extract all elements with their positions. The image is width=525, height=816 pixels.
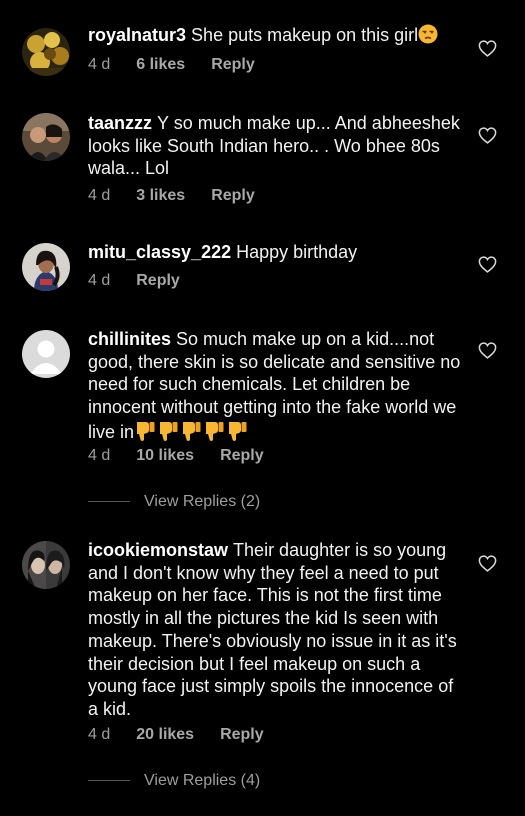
view-replies-button[interactable]: View Replies (4): [88, 772, 260, 792]
likes-count[interactable]: 20 likes: [136, 726, 194, 743]
comment-meta: 4 d 6 likes Reply: [88, 56, 281, 74]
reply-button[interactable]: Reply: [211, 187, 255, 204]
comment-body: Their daughter is so young and I don't k…: [88, 540, 457, 719]
heart-icon[interactable]: [478, 127, 497, 144]
comment-time: 4 d: [88, 187, 111, 204]
comment-time: 4 d: [88, 447, 111, 464]
avatar[interactable]: [22, 113, 70, 161]
comment-username[interactable]: icookiemonstaw: [88, 540, 228, 560]
comment-meta: 4 d 20 likes Reply: [88, 726, 290, 744]
comment-username[interactable]: mitu_classy_222: [88, 242, 231, 262]
reply-button[interactable]: Reply: [136, 272, 180, 289]
view-replies-button[interactable]: View Replies (2): [88, 493, 260, 513]
comment-meta: 4 d 3 likes Reply: [88, 187, 281, 205]
comment-text: chillinites So much make up on a kid....n…: [88, 328, 468, 447]
heart-icon[interactable]: [478, 40, 497, 57]
reply-button[interactable]: Reply: [211, 56, 255, 73]
heart-icon[interactable]: [478, 342, 497, 359]
view-replies-label: View Replies (4): [144, 772, 261, 789]
avatar[interactable]: [22, 330, 70, 378]
unamused-face-emoji: [418, 24, 438, 50]
likes-count[interactable]: 6 likes: [136, 56, 185, 73]
comment-username[interactable]: royalnatur3: [88, 25, 186, 45]
comment-time: 4 d: [88, 272, 111, 289]
thumbs-down-emoji: [134, 419, 252, 447]
comment-text: royalnatur3 She puts makeup on this girl: [88, 24, 468, 50]
comment-meta: 4 d Reply: [88, 272, 206, 290]
avatar[interactable]: [22, 28, 70, 76]
replies-divider: [88, 501, 130, 503]
heart-icon[interactable]: [478, 256, 497, 273]
comment-time: 4 d: [88, 726, 111, 743]
comment-username[interactable]: taanzzz: [88, 113, 152, 133]
avatar[interactable]: [22, 541, 70, 589]
comment-text: icookiemonstaw Their daughter is so young…: [88, 539, 468, 721]
avatar[interactable]: [22, 243, 70, 291]
comment-time: 4 d: [88, 56, 111, 73]
comment-text: taanzzz Y so much make up... And abheeshe…: [88, 112, 468, 180]
comment-meta: 4 d 10 likes Reply: [88, 447, 290, 465]
reply-button[interactable]: Reply: [220, 726, 264, 743]
view-replies-label: View Replies (2): [144, 493, 261, 510]
reply-button[interactable]: Reply: [220, 447, 264, 464]
comment-text: mitu_classy_222 Happy birthday: [88, 241, 468, 264]
comment-username[interactable]: chillinites: [88, 329, 171, 349]
heart-icon[interactable]: [478, 555, 497, 572]
replies-divider: [88, 780, 130, 782]
comment-body: Happy birthday: [236, 242, 358, 262]
likes-count[interactable]: 10 likes: [136, 447, 194, 464]
likes-count[interactable]: 3 likes: [136, 187, 185, 204]
comment-body: She puts makeup on this girl: [191, 25, 419, 45]
